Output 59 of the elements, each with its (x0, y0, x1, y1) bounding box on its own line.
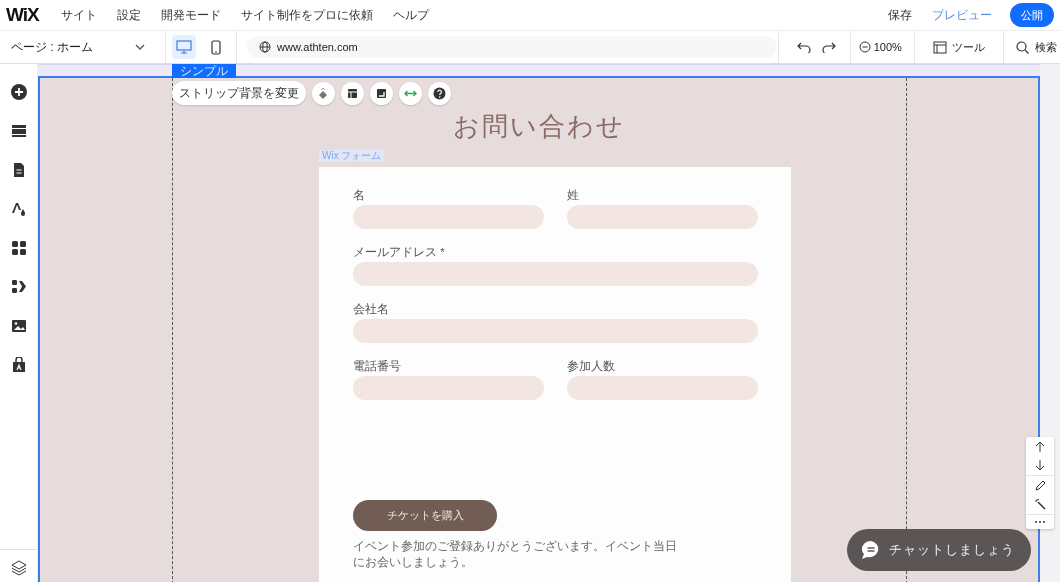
tools-button[interactable]: ツール (952, 38, 986, 56)
apps-icon[interactable] (10, 240, 27, 256)
panel-icon[interactable] (932, 40, 947, 54)
crop-icon[interactable] (375, 86, 388, 100)
menu-item[interactable]: 開発モード (160, 6, 221, 24)
redo-icon[interactable] (822, 41, 836, 53)
image-icon[interactable] (10, 318, 27, 334)
field-label: メールアドレス * (353, 245, 446, 259)
menu-item[interactable]: サイト制作をプロに依頼 (240, 6, 373, 24)
diamond-icon[interactable] (317, 86, 330, 100)
arrow-up-icon[interactable] (1035, 441, 1045, 453)
menu-item[interactable]: サイト (60, 6, 97, 24)
page-selector[interactable]: ページ : ホーム (11, 38, 135, 56)
chat-button[interactable]: チャットしましょう (847, 529, 1031, 571)
add-icon[interactable] (10, 84, 27, 100)
input-field[interactable] (567, 375, 758, 400)
help-icon[interactable] (433, 86, 446, 100)
theme-icon[interactable] (10, 201, 27, 217)
section-icon[interactable] (10, 123, 27, 139)
search-icon[interactable] (1016, 40, 1030, 54)
phone-icon[interactable] (211, 39, 221, 55)
input-field[interactable] (567, 204, 758, 229)
desktop-icon[interactable] (176, 40, 192, 54)
field-label: 名 (353, 188, 366, 202)
pencil-icon[interactable] (1034, 480, 1046, 492)
undo-icon[interactable] (797, 41, 811, 53)
arrow-down-icon[interactable] (1035, 459, 1045, 471)
logo[interactable]: WiX (6, 0, 39, 30)
section-tag[interactable]: シンプル (172, 64, 236, 78)
layout-icon[interactable] (346, 86, 359, 100)
magic-wand-icon[interactable] (1034, 498, 1046, 510)
zoom-level[interactable]: 100% (873, 38, 902, 56)
input-field[interactable] (353, 375, 544, 400)
globe-icon (259, 41, 271, 53)
change-background-button[interactable]: ストリップ背景を変更 (172, 81, 306, 105)
layers-icon[interactable] (10, 560, 27, 576)
menu-item[interactable]: 設定 (116, 6, 141, 24)
field-label: 会社名 (353, 302, 390, 316)
form-tag: Wix フォーム (319, 150, 385, 162)
integrations-icon[interactable] (10, 279, 27, 295)
field-label: 電話番号 (353, 359, 402, 373)
url-field[interactable]: www.athten.com (247, 36, 777, 58)
page-heading: お問い合わせ (453, 112, 625, 141)
field-label: 参加人数 (567, 359, 616, 373)
input-field[interactable] (353, 204, 544, 229)
chat-icon (861, 540, 881, 560)
input-field[interactable] (353, 261, 758, 286)
menu-item[interactable]: ヘルプ (392, 6, 429, 24)
input-field[interactable] (353, 318, 758, 343)
bag-icon[interactable] (10, 357, 27, 373)
chevron-down-icon[interactable] (135, 44, 145, 50)
zoom-out-icon[interactable] (859, 41, 871, 53)
save-link[interactable]: 保存 (888, 6, 912, 24)
more-icon[interactable] (1034, 519, 1046, 525)
field-label: 姓 (567, 188, 580, 202)
confirmation-message: イベント参加のご登録ありがとうございます。イベント当日にお会いしましょう。 (353, 538, 678, 570)
publish-button[interactable]: 公開 (1010, 2, 1054, 28)
search-button[interactable]: 検索 (1034, 38, 1057, 56)
buy-ticket-button[interactable]: チケットを購入 (353, 499, 497, 531)
